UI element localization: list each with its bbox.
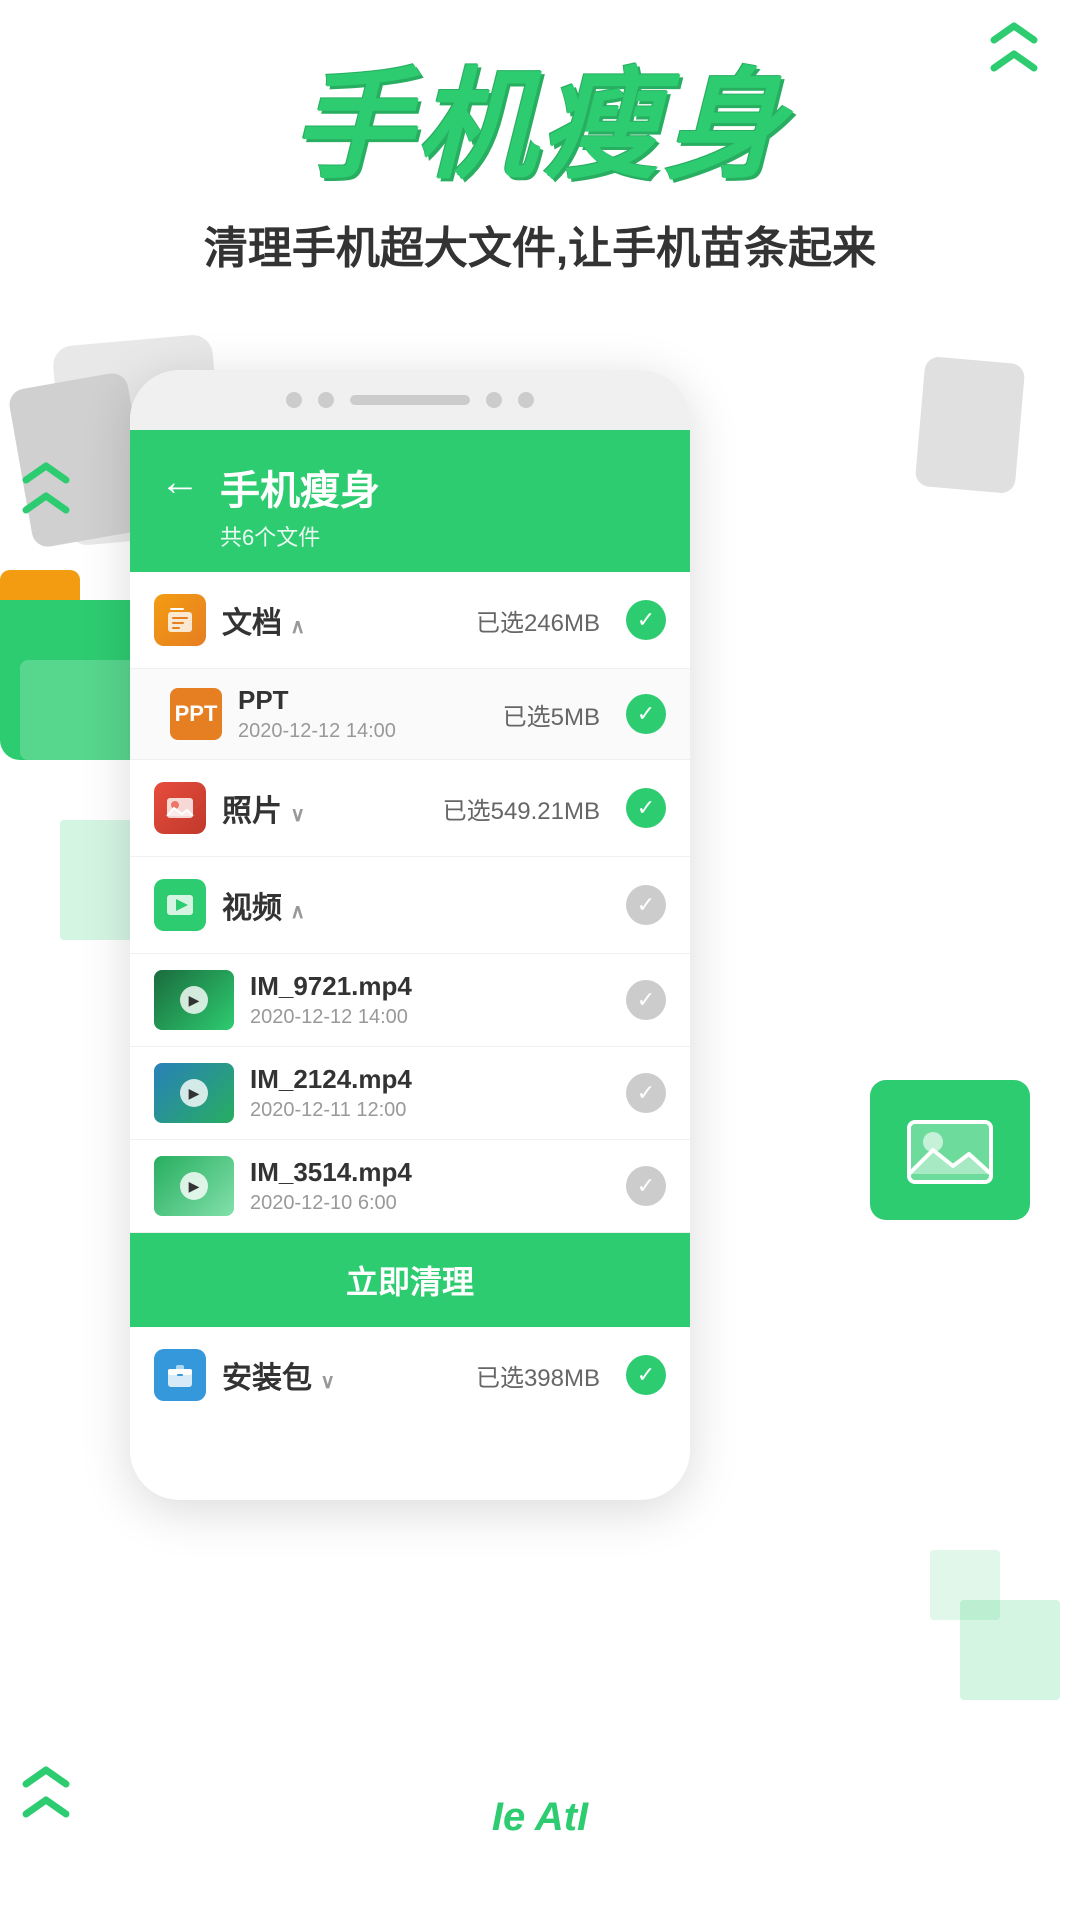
docs-name: 文档 ∧ <box>222 598 460 642</box>
play-btn-1: ▶ <box>180 986 208 1014</box>
play-btn-2: ▶ <box>180 1079 208 1107</box>
title-section: 手机瘦身 清理手机超大文件,让手机苗条起来 <box>0 60 1080 276</box>
package-check[interactable]: ✓ <box>626 1355 666 1395</box>
package-row[interactable]: 安装包 ∨ 已选398MB ✓ <box>130 1327 690 1423</box>
phone-dot-2 <box>318 392 334 408</box>
photos-name: 照片 ∨ <box>222 786 427 830</box>
sub-item-ppt[interactable]: PPT PPT 2020-12-12 14:00 已选5MB ✓ <box>130 668 690 759</box>
package-size: 已选398MB <box>476 1358 600 1393</box>
video-thumb-3: ▶ <box>154 1156 234 1216</box>
bottom-text: Ie AtI <box>0 1795 1080 1840</box>
video-3-info: IM_3514.mp4 2020-12-10 6:00 <box>250 1157 610 1215</box>
video-2-date: 2020-12-11 12:00 <box>250 1099 610 1122</box>
deco-image-icon <box>870 1080 1030 1220</box>
category-docs-row[interactable]: 文档 ∧ 已选246MB ✓ <box>130 572 690 668</box>
main-title: 手机瘦身 <box>0 60 1080 192</box>
phone-dot-4 <box>518 392 534 408</box>
ppt-check[interactable]: ✓ <box>626 694 666 734</box>
phone-mockup: ← 手机瘦身 共6个文件 文档 ∧ 已选246MB <box>130 370 690 1500</box>
play-btn-3: ▶ <box>180 1172 208 1200</box>
video-category-icon <box>154 879 206 931</box>
phone-bar-line <box>350 395 470 405</box>
video-name: 视频 ∧ <box>222 883 584 927</box>
subtitle-text: 清理手机超大文件,让手机苗条起来 <box>0 212 1080 276</box>
video-2-name: IM_2124.mp4 <box>250 1064 610 1095</box>
video-3-date: 2020-12-10 6:00 <box>250 1192 610 1215</box>
header-title: 手机瘦身 <box>220 458 380 516</box>
docs-check[interactable]: ✓ <box>626 600 666 640</box>
category-photos: 照片 ∨ 已选549.21MB ✓ <box>130 760 690 857</box>
package-icon <box>154 1349 206 1401</box>
video-check[interactable]: ✓ <box>626 885 666 925</box>
video-2-info: IM_2124.mp4 2020-12-11 12:00 <box>250 1064 610 1122</box>
phone-dot-1 <box>286 392 302 408</box>
folder-tab <box>0 570 80 602</box>
video-1-date: 2020-12-12 14:00 <box>250 1006 610 1029</box>
ppt-size: 已选5MB <box>503 697 600 732</box>
header-text: 手机瘦身 共6个文件 <box>220 458 380 552</box>
ppt-info: PPT 2020-12-12 14:00 <box>238 685 487 743</box>
pixel-deco-4 <box>930 1550 1000 1620</box>
category-docs: 文档 ∧ 已选246MB ✓ PPT PPT 2020-12-12 14:00 … <box>130 572 690 760</box>
phone-dot-3 <box>486 392 502 408</box>
photos-size: 已选549.21MB <box>443 791 600 826</box>
video-item-3[interactable]: ▶ IM_3514.mp4 2020-12-10 6:00 ✓ <box>130 1139 690 1232</box>
ppt-date: 2020-12-12 14:00 <box>238 720 487 743</box>
video-thumb-2: ▶ <box>154 1063 234 1123</box>
video-item-1[interactable]: ▶ IM_9721.mp4 2020-12-12 14:00 ✓ <box>130 953 690 1046</box>
ppt-icon: PPT <box>170 688 222 740</box>
video-3-name: IM_3514.mp4 <box>250 1157 610 1188</box>
docs-icon <box>154 594 206 646</box>
video-thumb-1: ▶ <box>154 970 234 1030</box>
phone-top-bar <box>130 370 690 430</box>
deco-shape-3 <box>915 356 1026 494</box>
file-list: 文档 ∧ 已选246MB ✓ PPT PPT 2020-12-12 14:00 … <box>130 572 690 1423</box>
header-file-count: 共6个文件 <box>220 520 380 552</box>
video-3-check[interactable]: ✓ <box>626 1166 666 1206</box>
category-video: 视频 ∧ ✓ ▶ IM_9721.mp4 2020-12-12 14:00 ✓ … <box>130 857 690 1233</box>
clean-button[interactable]: 立即清理 <box>130 1233 690 1327</box>
category-video-row[interactable]: 视频 ∧ ✓ <box>130 857 690 953</box>
video-1-name: IM_9721.mp4 <box>250 971 610 1002</box>
category-photos-row[interactable]: 照片 ∨ 已选549.21MB ✓ <box>130 760 690 856</box>
app-header: ← 手机瘦身 共6个文件 <box>130 430 690 572</box>
ppt-name: PPT <box>238 685 487 716</box>
chevrons-left-mid <box>20 460 72 516</box>
docs-size: 已选246MB <box>476 603 600 638</box>
video-2-check[interactable]: ✓ <box>626 1073 666 1113</box>
video-1-check[interactable]: ✓ <box>626 980 666 1020</box>
back-arrow-icon[interactable]: ← <box>160 462 200 502</box>
photos-icon <box>154 782 206 834</box>
video-item-2[interactable]: ▶ IM_2124.mp4 2020-12-11 12:00 ✓ <box>130 1046 690 1139</box>
photos-check[interactable]: ✓ <box>626 788 666 828</box>
video-1-info: IM_9721.mp4 2020-12-12 14:00 <box>250 971 610 1029</box>
package-name: 安装包 ∨ <box>222 1353 460 1397</box>
